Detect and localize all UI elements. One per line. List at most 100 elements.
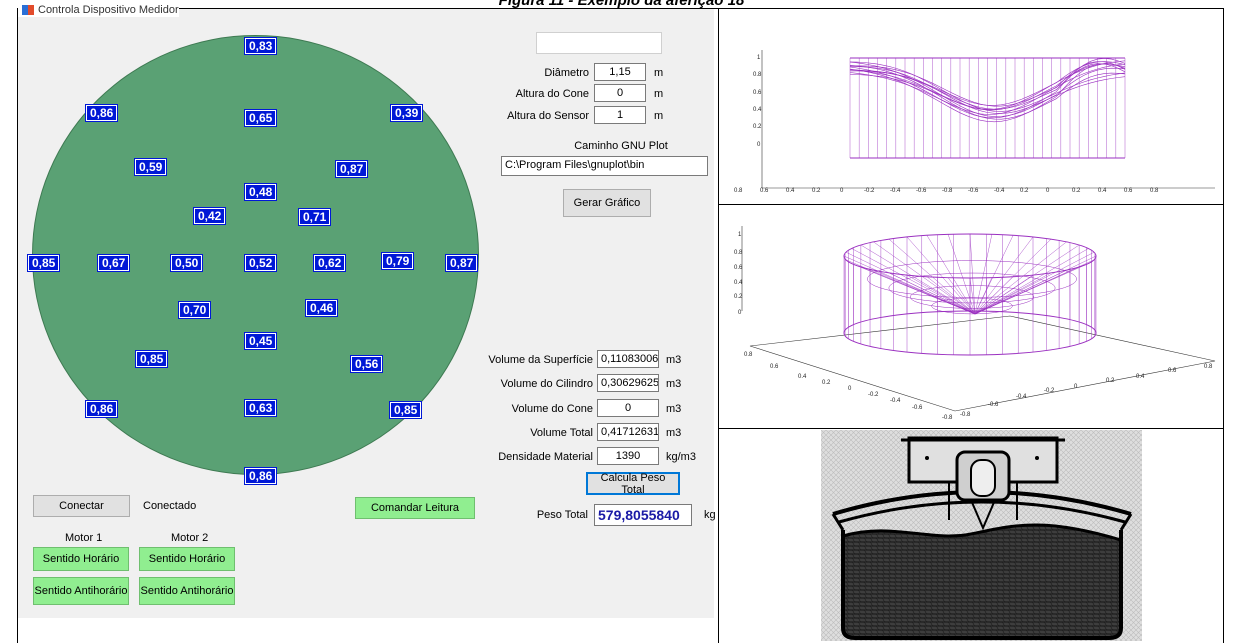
total-weight-output[interactable]: 579,8055840 <box>594 504 692 526</box>
point-label: 0,56 <box>349 355 384 373</box>
right-axis-tick: -0.4 <box>1016 394 1027 400</box>
gnuplot-path-input[interactable]: C:\Program Files\gnuplot\bin <box>501 156 708 176</box>
x-tick: -0.4 <box>890 188 901 194</box>
x-tick: -0.4 <box>994 188 1005 194</box>
left-axis-tick: 0.6 <box>770 364 779 370</box>
density-label: Densidade Material <box>498 451 593 463</box>
motor1-label: Motor 1 <box>65 532 103 544</box>
z-tick: 0.4 <box>734 280 743 286</box>
x-tick: 0 <box>840 188 844 194</box>
wire-radial <box>974 234 993 315</box>
left-axis-tick: -0.8 <box>942 415 953 421</box>
surface-volume-unit: m3 <box>666 354 682 366</box>
point-label: 0,87 <box>444 254 479 272</box>
generate-chart-button[interactable]: Gerar Gráfico <box>563 189 651 217</box>
base-plane <box>749 315 1216 412</box>
x-tick: 0.8 <box>1150 188 1159 194</box>
cone-height-input[interactable]: 0 <box>594 84 646 102</box>
x-tick: 0.2 <box>1072 188 1081 194</box>
blank-field[interactable] <box>536 32 662 54</box>
motor2-counterclockwise-button[interactable]: Sentido Antihorário <box>139 577 235 605</box>
wire-radial <box>860 244 976 315</box>
right-axis-tick: 0 <box>1074 384 1078 390</box>
point-label: 0,86 <box>243 467 278 485</box>
y-tick: 0.8 <box>753 72 762 78</box>
total-volume-unit: m3 <box>666 427 682 439</box>
left-axis-tick: 0.4 <box>798 374 807 380</box>
cylinder-volume-unit: m3 <box>666 378 682 390</box>
point-label: 0,86 <box>84 104 119 122</box>
cylinder-volume-input[interactable]: 0,30629625 <box>597 374 659 392</box>
perspective-svg: 1 0.8 0.6 0.4 0.2 0 0.8 0.6 0.4 0.2 0 -0… <box>734 226 1216 421</box>
density-input[interactable]: 1390 <box>597 447 659 465</box>
x-tick: 0.2 <box>812 188 821 194</box>
motor1-clockwise-button[interactable]: Sentido Horário <box>33 547 129 571</box>
sensor-height-unit: m <box>654 110 664 122</box>
surface-volume-input[interactable]: 0,110830069 <box>597 350 659 368</box>
wire-radial <box>974 251 1095 315</box>
point-label: 0,85 <box>388 401 423 419</box>
silo-sketch-svg <box>821 430 1142 641</box>
z-tick: 0 <box>738 310 742 316</box>
point-label: 0,50 <box>169 254 204 272</box>
cylinder-volume-label: Volume do Cilindro <box>500 378 593 390</box>
x-tick: -0.6 <box>968 188 979 194</box>
perspective-plot: 1 0.8 0.6 0.4 0.2 0 0.8 0.6 0.4 0.2 0 -0… <box>720 206 1222 427</box>
point-label: 0,63 <box>243 399 278 417</box>
wire-radial <box>974 266 1080 315</box>
x-tick: 0.6 <box>760 188 769 194</box>
right-axis-tick: 0.4 <box>1136 374 1145 380</box>
total-volume-input[interactable]: 0,417126319 <box>597 423 659 441</box>
x-tick: -0.6 <box>916 188 927 194</box>
left-axis-tick: 0 <box>848 386 852 392</box>
x-tick: 0.6 <box>1124 188 1133 194</box>
x-tick: -0.8 <box>942 188 953 194</box>
wire-radial <box>845 251 976 315</box>
point-label: 0,85 <box>26 254 61 272</box>
front-view-svg: 1 0.8 0.6 0.4 0.2 0 0.8 0.6 0.4 0.2 0 -0… <box>734 50 1215 194</box>
point-label: 0,42 <box>192 207 227 225</box>
point-label: 0,70 <box>177 301 212 319</box>
cone-height-label: Altura do Cone <box>515 88 589 100</box>
point-label: 0,45 <box>243 332 278 350</box>
cone-volume-input[interactable]: 0 <box>597 399 659 417</box>
right-axis-tick: -0.8 <box>960 412 971 418</box>
title-bar: Controla Dispositivo Medidor <box>18 3 179 17</box>
sensor-height-label: Altura do Sensor <box>507 110 589 122</box>
y-tick: 0.4 <box>753 107 762 113</box>
row-divider-1 <box>718 204 1224 205</box>
left-axis-tick: 0.8 <box>744 352 753 358</box>
point-label: 0,52 <box>243 254 278 272</box>
window-title: Controla Dispositivo Medidor <box>38 4 179 16</box>
y-tick: 0 <box>757 142 761 148</box>
point-label: 0,86 <box>84 400 119 418</box>
column-divider <box>718 8 719 643</box>
x-tick: 0 <box>1046 188 1050 194</box>
point-label: 0,79 <box>380 252 415 270</box>
point-label: 0,85 <box>134 350 169 368</box>
connect-button[interactable]: Conectar <box>33 495 130 517</box>
y-tick: 1 <box>757 55 761 61</box>
read-command-button[interactable]: Comandar Leitura <box>355 497 475 519</box>
z-tick: 0.2 <box>734 294 743 300</box>
point-label: 0,46 <box>304 299 339 317</box>
total-volume-label: Volume Total <box>530 427 593 439</box>
motor1-counterclockwise-button[interactable]: Sentido Antihorário <box>33 577 129 605</box>
front-view-plot: 1 0.8 0.6 0.4 0.2 0 0.8 0.6 0.4 0.2 0 -0… <box>720 10 1222 203</box>
point-label: 0,59 <box>133 158 168 176</box>
diameter-input[interactable]: 1,15 <box>594 63 646 81</box>
cone-height-unit: m <box>654 88 664 100</box>
wire-radial <box>974 269 1067 315</box>
point-label: 0,71 <box>297 208 332 226</box>
diameter-unit: m <box>654 67 664 79</box>
y-tick: 0.6 <box>753 90 762 96</box>
right-axis-tick: -0.2 <box>1044 388 1055 394</box>
motor2-clockwise-button[interactable]: Sentido Horário <box>139 547 235 571</box>
cone-volume-label: Volume do Cone <box>511 403 593 415</box>
right-axis-tick: 0.6 <box>1168 368 1177 374</box>
surface-volume-label: Volume da Superfície <box>488 354 593 366</box>
calculate-weight-button[interactable]: Calcula Peso Total <box>586 472 680 496</box>
sensor-height-input[interactable]: 1 <box>594 106 646 124</box>
left-axis-tick: -0.4 <box>890 398 901 404</box>
z-tick: 0.6 <box>734 265 743 271</box>
